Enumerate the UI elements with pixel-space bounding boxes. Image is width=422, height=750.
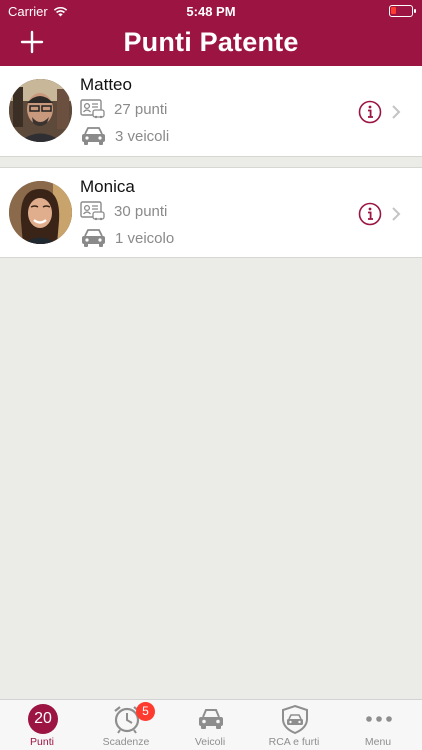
points-label: 27 punti [114, 100, 168, 118]
navigation-bar: Carrier 5:48 PM Punti Patente [0, 0, 422, 66]
license-icon [80, 99, 105, 119]
tab-label: Punti [30, 736, 54, 748]
license-icon [80, 201, 105, 221]
car-icon [82, 229, 105, 247]
tab-punti[interactable]: 20 Punti [0, 700, 84, 750]
avatar [9, 79, 72, 142]
car-icon [199, 709, 223, 729]
tab-rca-furti[interactable]: RCA e furti [252, 700, 336, 750]
more-dots-icon [366, 716, 392, 722]
vehicles-label: 1 veicolo [115, 229, 175, 247]
tab-scadenze[interactable]: 5 Scadenze [84, 700, 168, 750]
tab-menu[interactable]: Menu [336, 700, 420, 750]
tab-label: Scadenze [102, 736, 150, 748]
vehicles-line: 3 veicoli [80, 126, 169, 146]
driver-row-monica[interactable]: Monica 30 punti 1 veicolo [0, 167, 422, 258]
driver-row-matteo[interactable]: Matteo 27 punti 3 veicoli [0, 66, 422, 157]
points-label: 30 punti [114, 202, 168, 220]
driver-name: Monica [80, 177, 135, 196]
points-line: 27 punti [80, 99, 167, 119]
tab-veicoli[interactable]: Veicoli [168, 700, 252, 750]
tab-label: RCA e furti [268, 736, 320, 748]
chevron-right-icon[interactable] [390, 104, 402, 120]
points-line: 30 punti [80, 201, 167, 221]
avatar [9, 181, 72, 244]
vehicles-label: 3 veicoli [115, 127, 170, 145]
tab-label: Menu [364, 736, 392, 748]
tab-bar: 20 Punti 5 Scadenze Veicoli RCA e furti [0, 699, 422, 750]
car-shield-icon [282, 704, 308, 734]
tab-label: Veicoli [194, 736, 226, 748]
vehicles-line: 1 veicolo [80, 228, 174, 248]
points-badge-icon: 20 [28, 704, 58, 734]
chevron-right-icon[interactable] [390, 206, 402, 222]
driver-name: Matteo [80, 75, 132, 94]
car-icon [82, 127, 105, 145]
driver-list: Matteo 27 punti 3 veicoli Monica 30 punt… [0, 66, 422, 258]
info-icon[interactable] [358, 202, 382, 226]
info-icon[interactable] [358, 100, 382, 124]
clock: 5:48 PM [186, 4, 236, 19]
battery-icon [389, 5, 416, 17]
notification-badge: 5 [136, 702, 155, 721]
status-bar: Carrier 5:48 PM [0, 0, 422, 22]
page-title: Punti Patente [123, 27, 299, 57]
